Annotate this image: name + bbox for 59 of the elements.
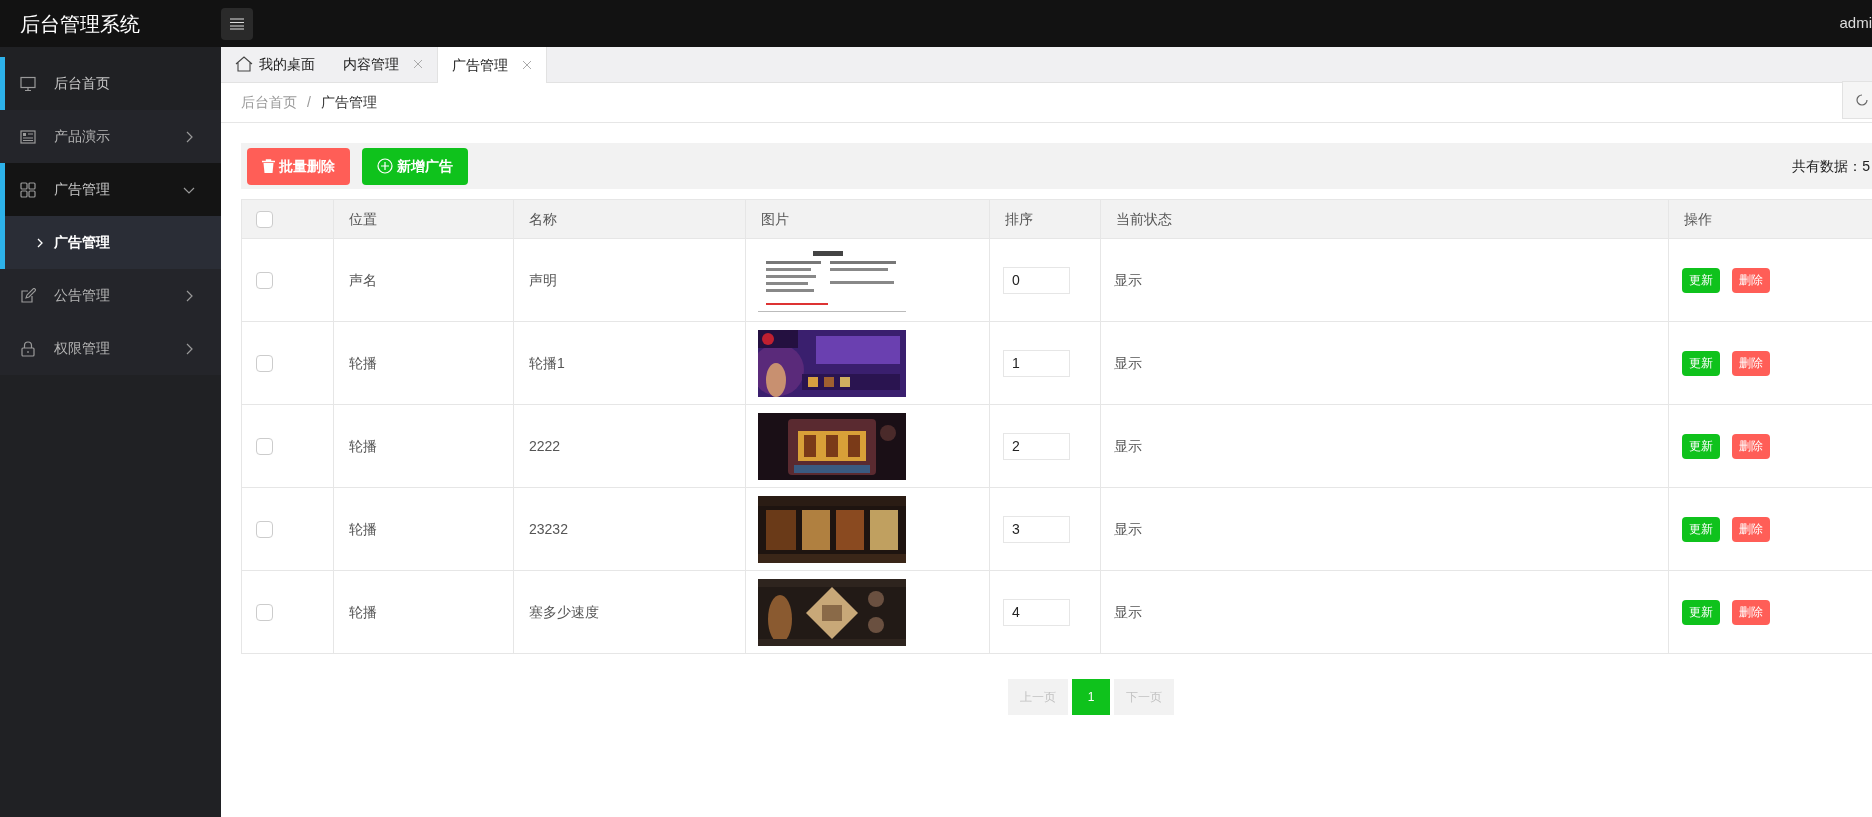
card-icon	[20, 128, 36, 145]
table-cell: 显示	[1100, 321, 1669, 405]
table-cell: 轮播	[333, 404, 514, 488]
breadcrumb-separator: /	[307, 93, 311, 112]
order-field[interactable]: 4	[1003, 598, 1070, 626]
checkbox[interactable]	[256, 354, 273, 372]
order-field[interactable]: 2	[1003, 432, 1070, 460]
chevron-icon	[36, 237, 44, 248]
table-cell: 轮播1	[513, 321, 746, 405]
sidebar-item[interactable]: 公告管理	[0, 269, 221, 322]
table-cell: 2222	[513, 404, 746, 488]
edit-icon	[20, 287, 36, 304]
table-cell: 塞多少速度	[513, 570, 746, 654]
refresh-icon	[1855, 93, 1869, 107]
column-header: 图片	[745, 199, 990, 239]
sidebar-item[interactable]: 权限管理	[0, 322, 221, 375]
tab[interactable]: 我的桌面	[221, 47, 329, 82]
table-cell: 显示	[1100, 238, 1669, 322]
close-icon[interactable]	[522, 60, 532, 70]
order-field[interactable]: 0	[1003, 266, 1070, 294]
tab[interactable]: 广告管理	[437, 47, 547, 83]
table-cell: 声明	[513, 238, 746, 322]
order-field[interactable]: 1	[1003, 349, 1070, 377]
lock-icon	[20, 340, 36, 357]
table-cell: 显示	[1100, 570, 1669, 654]
app-title: 后台管理系统	[19, 11, 141, 37]
table-cell: 轮播	[333, 570, 514, 654]
breadcrumb-link[interactable]: 广告管理	[320, 92, 377, 113]
sidebar-subitem[interactable]: 广告管理	[0, 216, 221, 269]
column-header: 当前状态	[1100, 199, 1669, 239]
table-cell: 声名	[333, 238, 514, 322]
plus-circle-icon	[377, 158, 393, 174]
table-cell: 显示	[1100, 404, 1669, 488]
tab[interactable]: 内容管理	[329, 47, 437, 82]
sidebar-item[interactable]: 产品演示	[0, 110, 221, 163]
column-header: 位置	[333, 199, 514, 239]
trash-icon	[262, 159, 275, 173]
column-header: 排序	[989, 199, 1101, 239]
table-cell: 显示	[1100, 487, 1669, 571]
table-cell: 轮播	[333, 321, 514, 405]
column-header: 操作	[1668, 199, 1872, 239]
home-icon	[235, 56, 253, 72]
monitor-icon	[20, 75, 36, 92]
sidebar-item[interactable]: 广告管理	[0, 163, 221, 216]
checkbox[interactable]	[256, 437, 273, 455]
menu-icon	[230, 17, 244, 30]
menu-button[interactable]	[221, 7, 253, 40]
checkbox[interactable]	[256, 210, 273, 228]
checkbox[interactable]	[256, 520, 273, 538]
checkbox[interactable]	[256, 603, 273, 621]
table-cell: 轮播	[333, 487, 514, 571]
total-count: 共有数据：5	[1792, 156, 1870, 176]
grid-icon	[20, 181, 36, 198]
table-cell: 23232	[513, 487, 746, 571]
checkbox[interactable]	[256, 271, 273, 289]
column-header: 名称	[513, 199, 746, 239]
close-icon[interactable]	[413, 59, 423, 69]
order-field[interactable]: 3	[1003, 515, 1070, 543]
user-name[interactable]: admi	[1839, 12, 1872, 35]
